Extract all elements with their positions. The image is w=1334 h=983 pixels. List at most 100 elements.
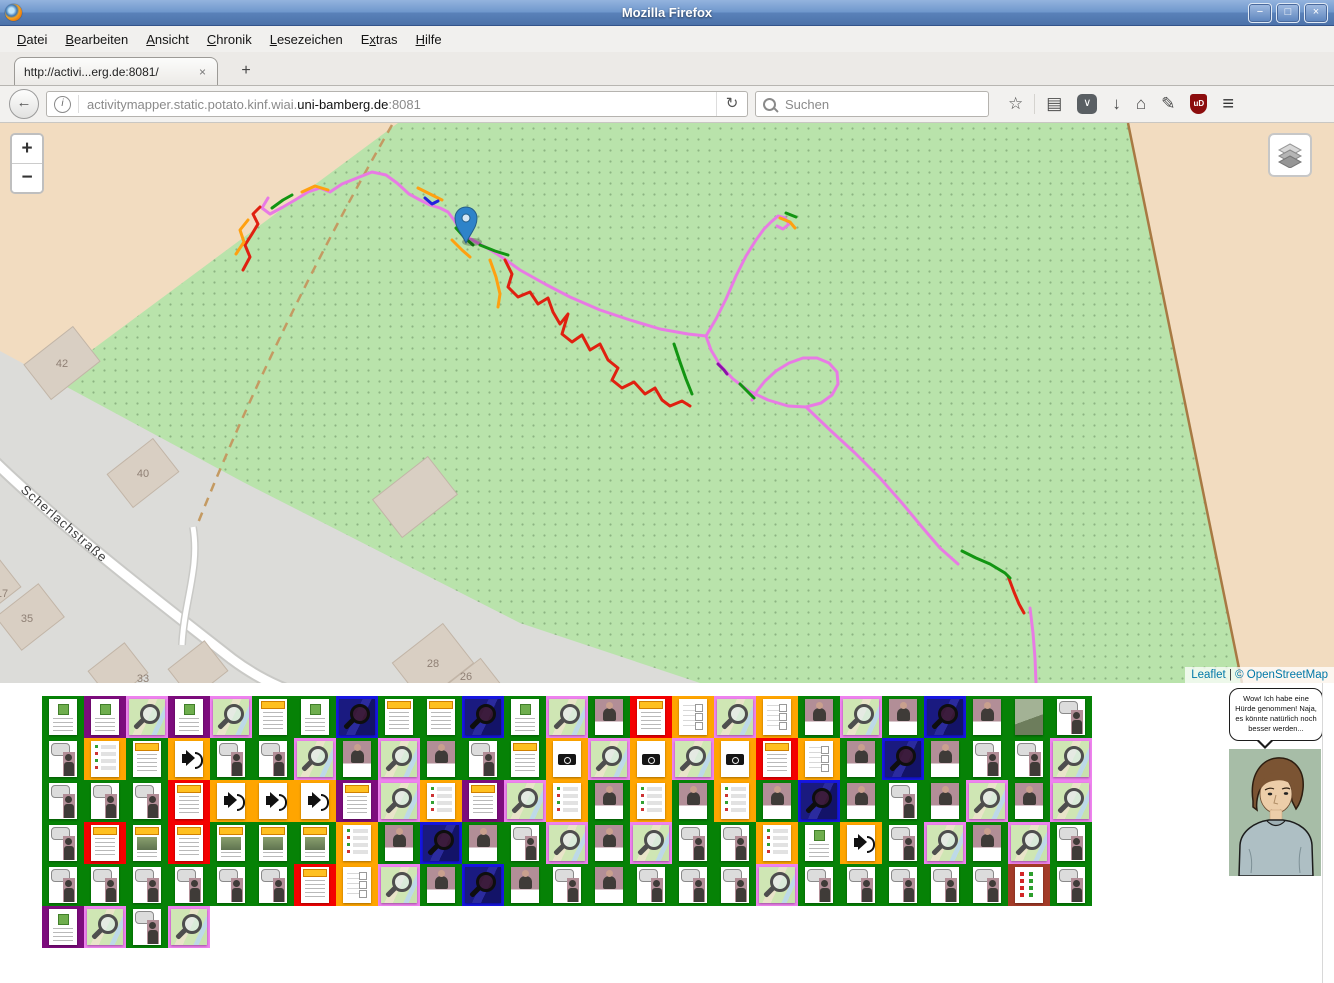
activity-tile-portrait[interactable] bbox=[924, 738, 966, 780]
activity-tile-comic[interactable] bbox=[42, 780, 84, 822]
activity-tile-comic[interactable] bbox=[714, 822, 756, 864]
activity-tile-map[interactable] bbox=[924, 822, 966, 864]
activity-tile-portrait[interactable] bbox=[588, 696, 630, 738]
activity-tile-darkmap[interactable] bbox=[882, 738, 924, 780]
downloads-icon[interactable]: ↓ bbox=[1112, 94, 1121, 114]
activity-tile-doc[interactable] bbox=[42, 696, 84, 738]
home-icon[interactable]: ⌂ bbox=[1136, 94, 1146, 114]
activity-tile-portrait[interactable] bbox=[378, 822, 420, 864]
activity-tile-comic[interactable] bbox=[672, 864, 714, 906]
leaflet-map[interactable]: 42403517332826 Scherlachstraße + − Leafl… bbox=[0, 123, 1334, 683]
menu-ansicht[interactable]: Ansicht bbox=[137, 28, 198, 51]
activity-tile-ydoc[interactable] bbox=[462, 780, 504, 822]
osm-link[interactable]: © OpenStreetMap bbox=[1235, 669, 1328, 681]
activity-tile-ydoc[interactable] bbox=[630, 696, 672, 738]
pocket-icon[interactable]: ∨ bbox=[1077, 94, 1097, 114]
activity-tile-ydoc[interactable] bbox=[336, 780, 378, 822]
activity-tile-map[interactable] bbox=[294, 738, 336, 780]
activity-tile-portrait[interactable] bbox=[420, 864, 462, 906]
activity-tile-doc[interactable] bbox=[294, 696, 336, 738]
ublock-shield-icon[interactable]: uD bbox=[1190, 94, 1207, 114]
zoom-out-button[interactable]: − bbox=[12, 163, 42, 192]
bookmark-star-icon[interactable]: ☆ bbox=[1008, 94, 1023, 114]
activity-tile-comic[interactable] bbox=[672, 822, 714, 864]
activity-tile-comic[interactable] bbox=[714, 864, 756, 906]
activity-tile-speaker[interactable] bbox=[294, 780, 336, 822]
reload-button[interactable]: ↻ bbox=[716, 92, 747, 116]
activity-tile-portrait[interactable] bbox=[672, 780, 714, 822]
activity-tile-darkmap[interactable] bbox=[462, 696, 504, 738]
back-button[interactable]: ← bbox=[9, 89, 39, 119]
activity-tile-comic[interactable] bbox=[966, 738, 1008, 780]
tab-active[interactable]: http://activi...erg.de:8081/ × bbox=[14, 57, 218, 85]
layers-control[interactable] bbox=[1268, 133, 1312, 177]
activity-tile-darkmap[interactable] bbox=[420, 822, 462, 864]
activity-tile-photo[interactable] bbox=[1008, 696, 1050, 738]
activity-tile-doc[interactable] bbox=[42, 906, 84, 948]
activity-tile-list[interactable] bbox=[546, 780, 588, 822]
activity-tile-comic[interactable] bbox=[252, 738, 294, 780]
activity-tile-camera[interactable] bbox=[630, 738, 672, 780]
new-tab-button[interactable]: + bbox=[232, 61, 260, 81]
activity-tile-map[interactable] bbox=[966, 780, 1008, 822]
activity-tile-comic[interactable] bbox=[252, 864, 294, 906]
activity-tile-list[interactable] bbox=[714, 780, 756, 822]
activity-tile-camera[interactable] bbox=[546, 738, 588, 780]
activity-tile-map[interactable] bbox=[1008, 822, 1050, 864]
activity-tile-comic[interactable] bbox=[1050, 864, 1092, 906]
activity-tile-ydoc[interactable] bbox=[126, 738, 168, 780]
activity-tile-map[interactable] bbox=[630, 822, 672, 864]
activity-tile-darkmap[interactable] bbox=[336, 696, 378, 738]
reading-list-icon[interactable]: ▤ bbox=[1046, 94, 1062, 114]
menu-lesezeichen[interactable]: Lesezeichen bbox=[261, 28, 352, 51]
activity-tile-map[interactable] bbox=[714, 696, 756, 738]
page-scrollbar[interactable] bbox=[1322, 683, 1323, 983]
activity-tile-portrait[interactable] bbox=[882, 696, 924, 738]
activity-tile-ydoc[interactable] bbox=[756, 738, 798, 780]
zoom-in-button[interactable]: + bbox=[12, 135, 42, 163]
activity-tile-comic[interactable] bbox=[42, 822, 84, 864]
activity-tile-ydoc[interactable] bbox=[168, 780, 210, 822]
activity-tile-comic[interactable] bbox=[84, 780, 126, 822]
activity-tile-comic[interactable] bbox=[504, 822, 546, 864]
activity-tile-map[interactable] bbox=[840, 696, 882, 738]
activity-tile-comic[interactable] bbox=[126, 906, 168, 948]
activity-tile-map[interactable] bbox=[378, 738, 420, 780]
activity-tile-comic[interactable] bbox=[210, 738, 252, 780]
activity-tile-list[interactable] bbox=[420, 780, 462, 822]
activity-tile-portrait[interactable] bbox=[840, 780, 882, 822]
activity-tile-portrait[interactable] bbox=[336, 738, 378, 780]
menu-extras[interactable]: Extras bbox=[352, 28, 407, 51]
activity-tile-map[interactable] bbox=[546, 696, 588, 738]
activity-tile-speaker[interactable] bbox=[252, 780, 294, 822]
activity-tile-portrait[interactable] bbox=[588, 822, 630, 864]
extension-edit-icon[interactable]: ✎ bbox=[1161, 94, 1175, 114]
activity-tile-doc[interactable] bbox=[168, 696, 210, 738]
activity-tile-doc[interactable] bbox=[504, 696, 546, 738]
activity-tile-photodoc[interactable] bbox=[126, 822, 168, 864]
activity-tile-portrait[interactable] bbox=[756, 780, 798, 822]
close-button[interactable]: × bbox=[1304, 3, 1328, 23]
activity-tile-darkmap[interactable] bbox=[924, 696, 966, 738]
activity-tile-portrait[interactable] bbox=[840, 738, 882, 780]
activity-tile-comic[interactable] bbox=[42, 738, 84, 780]
activity-tile-map[interactable] bbox=[126, 696, 168, 738]
activity-tile-comic[interactable] bbox=[126, 780, 168, 822]
activity-tile-comic[interactable] bbox=[882, 780, 924, 822]
activity-tile-list[interactable] bbox=[336, 822, 378, 864]
activity-tile-comic[interactable] bbox=[462, 738, 504, 780]
activity-tile-map[interactable] bbox=[84, 906, 126, 948]
activity-tile-comic[interactable] bbox=[882, 822, 924, 864]
menu-chronik[interactable]: Chronik bbox=[198, 28, 261, 51]
activity-tile-comic[interactable] bbox=[1050, 822, 1092, 864]
activity-tile-comic[interactable] bbox=[882, 864, 924, 906]
activity-tile-map[interactable] bbox=[672, 738, 714, 780]
activity-tile-ydoc[interactable] bbox=[252, 696, 294, 738]
map-canvas[interactable]: 42403517332826 Scherlachstraße bbox=[0, 123, 1334, 683]
activity-tile-portrait[interactable] bbox=[462, 822, 504, 864]
url-bar[interactable]: i activitymapper.static.potato.kinf.wiai… bbox=[46, 91, 748, 117]
site-info-icon[interactable]: i bbox=[54, 96, 71, 113]
activity-tile-map[interactable] bbox=[210, 696, 252, 738]
activity-tile-comic[interactable] bbox=[168, 864, 210, 906]
activity-tile-map[interactable] bbox=[756, 864, 798, 906]
